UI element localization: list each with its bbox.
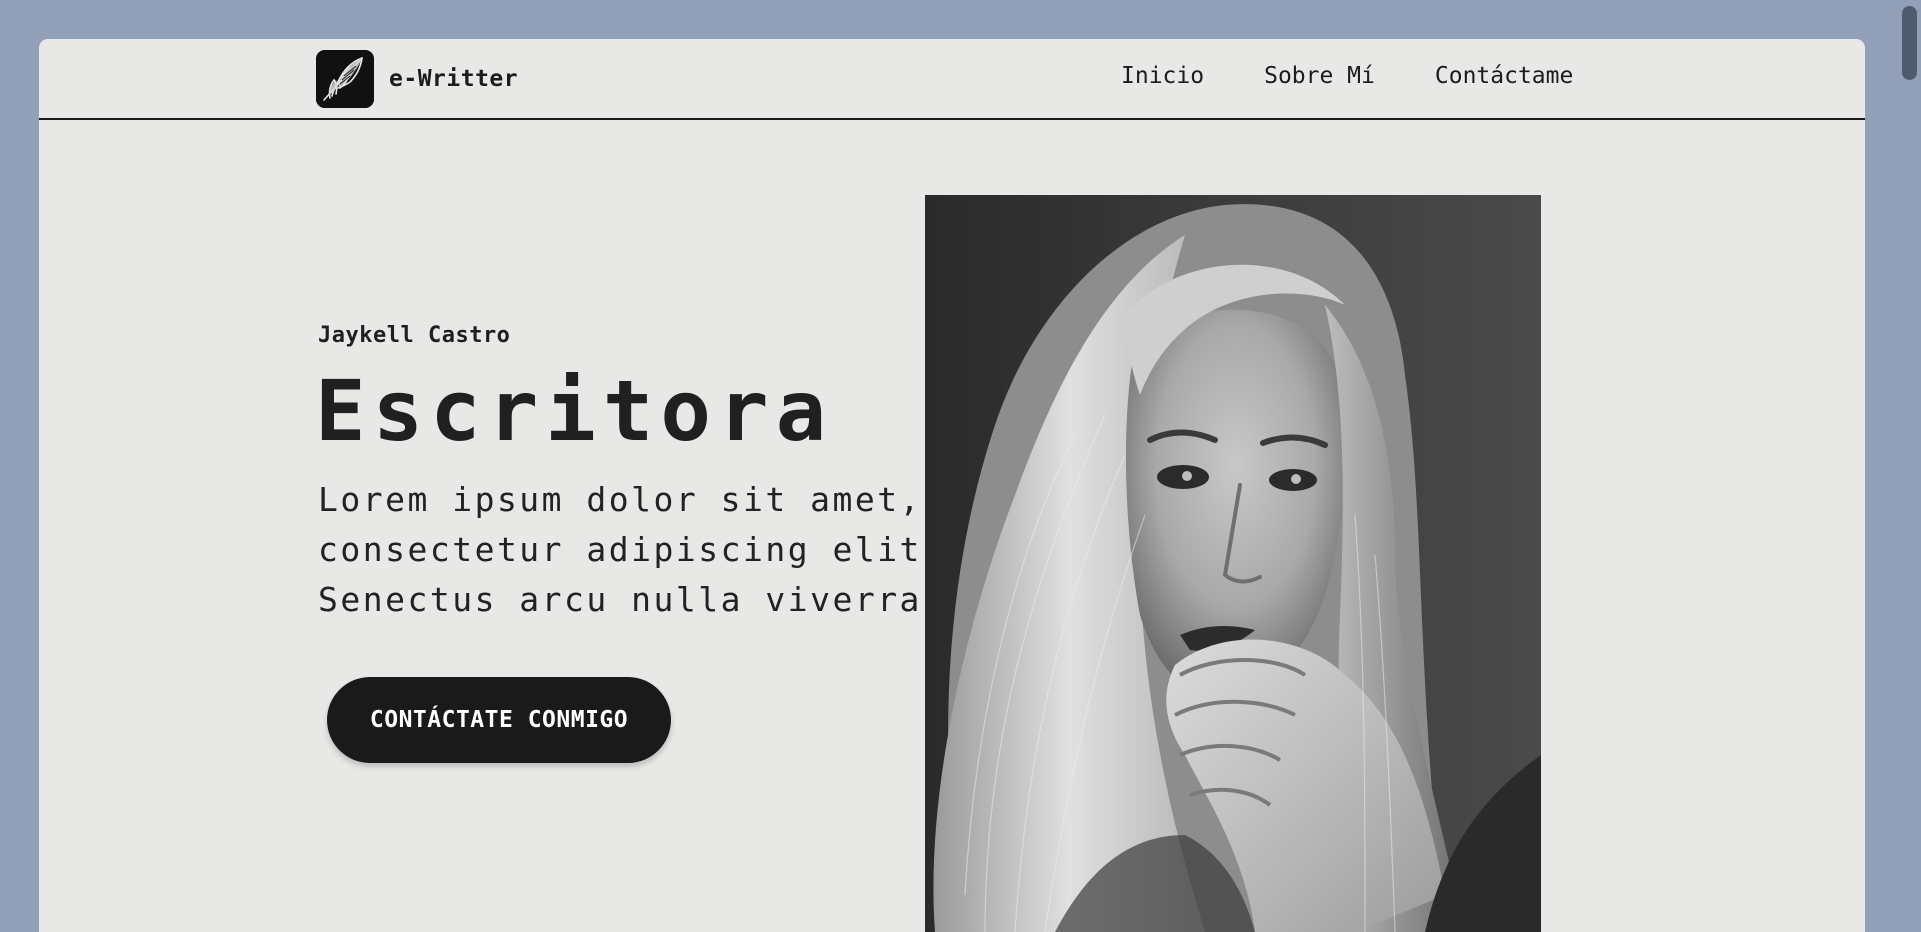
brand[interactable]: e-Writter xyxy=(316,50,518,108)
hero-author-name: Jaykell Castro xyxy=(318,323,511,348)
hero-title: Escritora xyxy=(315,362,834,460)
navbar: e-Writter Inicio Sobre Mí Contáctame xyxy=(39,39,1865,120)
portrait-photo xyxy=(925,195,1541,932)
feather-quill-icon xyxy=(316,50,374,108)
hero-description-line: Senectus arcu nulla viverra xyxy=(318,580,922,619)
hero-description: Lorem ipsum dolor sit amet, consectetur … xyxy=(318,475,963,635)
scrollbar-thumb[interactable] xyxy=(1902,6,1917,80)
scrollbar-track[interactable] xyxy=(1897,0,1921,932)
main-nav: Inicio Sobre Mí Contáctame xyxy=(1081,63,1573,89)
hero-description-line: consectetur adipiscing elit. xyxy=(318,530,945,569)
contact-me-button[interactable]: CONTÁCTATE CONMIGO xyxy=(327,677,671,763)
brand-name: e-Writter xyxy=(389,66,519,92)
nav-link-sobre-mi[interactable]: Sobre Mí xyxy=(1264,63,1375,89)
hero-description-line: Lorem ipsum dolor sit amet, xyxy=(318,480,922,519)
nav-link-contactame[interactable]: Contáctame xyxy=(1435,63,1573,89)
page-card: e-Writter Inicio Sobre Mí Contáctame Jay… xyxy=(39,39,1865,932)
nav-link-inicio[interactable]: Inicio xyxy=(1121,63,1204,89)
